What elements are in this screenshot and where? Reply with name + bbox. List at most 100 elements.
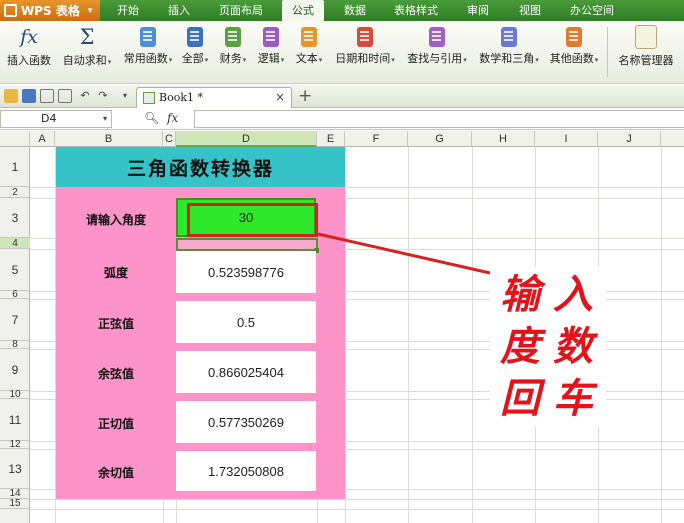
insert-function-button[interactable]: fx 插入函数 bbox=[6, 25, 52, 68]
gridline bbox=[30, 509, 684, 510]
other-functions-button[interactable]: 其他函数▾ bbox=[546, 25, 602, 66]
book-icon bbox=[140, 27, 156, 47]
column-header-c[interactable]: C bbox=[163, 131, 176, 147]
row-header-11[interactable]: 11 bbox=[0, 399, 30, 441]
row-header-15[interactable]: 15 bbox=[0, 498, 30, 509]
menu-review[interactable]: 审阅 bbox=[457, 0, 499, 21]
column-header-a[interactable]: A bbox=[30, 131, 55, 147]
menu-view[interactable]: 视图 bbox=[509, 0, 551, 21]
book-icon bbox=[357, 27, 373, 47]
print-icon[interactable] bbox=[40, 89, 54, 103]
cosine-value[interactable]: 0.866025404 bbox=[176, 351, 316, 393]
book-icon bbox=[187, 27, 203, 47]
fx-icon: fx bbox=[20, 26, 38, 48]
column-header-b[interactable]: B bbox=[55, 131, 163, 147]
converter-title: 三角函数转换器 bbox=[56, 147, 345, 187]
all-functions-button[interactable]: 全部▾ bbox=[178, 25, 212, 66]
radian-value[interactable]: 0.523598776 bbox=[176, 251, 316, 293]
chevron-down-icon[interactable]: ▾ bbox=[103, 111, 107, 127]
menu-formulas[interactable]: 公式 bbox=[282, 0, 324, 21]
input-highlight-box bbox=[187, 203, 318, 237]
book-icon bbox=[566, 27, 582, 47]
row-header-4[interactable]: 4 bbox=[0, 238, 30, 249]
row-header-1[interactable]: 1 bbox=[0, 147, 30, 187]
sigma-icon: Σ bbox=[79, 25, 95, 49]
ribbon: fx 插入函数 Σ 自动求和▾ 常用函数▾ 全部▾ 财务▾ 逻辑▾ 文本▾ 日期… bbox=[0, 21, 684, 84]
sine-label: 正弦值 bbox=[97, 317, 134, 331]
annotation-char: 度 bbox=[500, 323, 540, 370]
radian-label: 弧度 bbox=[103, 266, 128, 280]
document-tab[interactable]: Book1 * × bbox=[136, 87, 292, 108]
book-icon bbox=[263, 27, 279, 47]
menu-data[interactable]: 数据 bbox=[334, 0, 376, 21]
insert-function-icon[interactable]: fx bbox=[167, 111, 178, 125]
undo-icon[interactable]: ↶ bbox=[78, 89, 92, 103]
notes-icon bbox=[635, 25, 657, 49]
search-icon[interactable]: 🔍︎ bbox=[144, 111, 159, 125]
name-box[interactable]: D4 ▾ bbox=[0, 110, 112, 128]
gridline bbox=[30, 499, 684, 500]
row-header-6[interactable]: 6 bbox=[0, 289, 30, 300]
spreadsheet-grid[interactable]: A B C D E F G H I J 1 2 3 4 5 6 7 8 9 10… bbox=[0, 131, 684, 523]
lookup-functions-button[interactable]: 查找与引用▾ bbox=[404, 25, 470, 66]
common-functions-button[interactable]: 常用函数▾ bbox=[120, 25, 176, 66]
menu-table-style[interactable]: 表格样式 bbox=[385, 0, 447, 21]
wps-app-menu-button[interactable]: WPS 表格 ▾ bbox=[0, 0, 100, 21]
ribbon-separator bbox=[607, 27, 608, 77]
formula-input[interactable] bbox=[194, 110, 684, 128]
math-trig-functions-button[interactable]: 数学和三角▾ bbox=[476, 25, 542, 66]
row-header-8[interactable]: 8 bbox=[0, 339, 30, 350]
annotation-char: 数 bbox=[553, 323, 593, 370]
sine-value[interactable]: 0.5 bbox=[176, 301, 316, 343]
menu-home[interactable]: 开始 bbox=[107, 0, 149, 21]
row-header-2[interactable]: 2 bbox=[0, 187, 30, 198]
book-icon bbox=[301, 27, 317, 47]
chevron-down-icon: ▾ bbox=[87, 5, 93, 16]
column-header-j[interactable]: J bbox=[598, 131, 661, 147]
menu-office-space[interactable]: 办公空间 bbox=[561, 0, 623, 21]
customize-dropdown-icon[interactable]: ▾ bbox=[118, 89, 132, 103]
column-header-bar: A B C D E F G H I J bbox=[0, 131, 684, 147]
annotation-char: 回 bbox=[500, 375, 540, 422]
annotation-char: 车 bbox=[553, 375, 593, 422]
row-header-10[interactable]: 10 bbox=[0, 389, 30, 400]
financial-functions-button[interactable]: 财务▾ bbox=[216, 25, 250, 66]
column-header-f[interactable]: F bbox=[345, 131, 408, 147]
text-functions-button[interactable]: 文本▾ bbox=[292, 25, 326, 66]
gridline bbox=[661, 147, 662, 523]
row-header-3[interactable]: 3 bbox=[0, 198, 30, 238]
row-header-12[interactable]: 12 bbox=[0, 439, 30, 450]
book-icon bbox=[225, 27, 241, 47]
column-header-k[interactable] bbox=[661, 131, 684, 147]
cotangent-value[interactable]: 1.732050808 bbox=[176, 451, 316, 491]
datetime-functions-button[interactable]: 日期和时间▾ bbox=[332, 25, 398, 66]
column-header-i[interactable]: I bbox=[535, 131, 598, 147]
column-header-g[interactable]: G bbox=[408, 131, 472, 147]
open-folder-icon[interactable] bbox=[4, 89, 18, 103]
gridline bbox=[472, 147, 473, 523]
save-icon[interactable] bbox=[22, 89, 36, 103]
menu-page-layout[interactable]: 页面布局 bbox=[210, 0, 272, 21]
app-label: WPS 表格 bbox=[21, 4, 80, 18]
menu-insert[interactable]: 插入 bbox=[158, 0, 200, 21]
name-manager-button[interactable]: 名称管理器 bbox=[616, 25, 676, 68]
print-preview-icon[interactable] bbox=[58, 89, 72, 103]
logical-functions-button[interactable]: 逻辑▾ bbox=[254, 25, 288, 66]
spreadsheet-icon bbox=[143, 92, 155, 104]
cotangent-label: 余切值 bbox=[97, 466, 134, 480]
row-header-7[interactable]: 7 bbox=[0, 299, 30, 341]
column-header-e[interactable]: E bbox=[317, 131, 345, 147]
select-all-corner[interactable] bbox=[0, 131, 30, 147]
autosum-button[interactable]: Σ 自动求和▾ bbox=[58, 25, 116, 68]
row-header-9[interactable]: 9 bbox=[0, 349, 30, 391]
redo-icon[interactable]: ↷ bbox=[96, 89, 110, 103]
new-tab-button[interactable]: + bbox=[298, 86, 312, 106]
selected-cell-d4[interactable] bbox=[176, 238, 318, 251]
formula-bar: D4 ▾ 🔍︎ fx bbox=[0, 108, 684, 130]
tangent-value[interactable]: 0.577350269 bbox=[176, 401, 316, 443]
column-header-h[interactable]: H bbox=[472, 131, 535, 147]
close-tab-icon[interactable]: × bbox=[275, 90, 285, 104]
row-header-5[interactable]: 5 bbox=[0, 249, 30, 291]
row-header-13[interactable]: 13 bbox=[0, 449, 30, 489]
column-header-d[interactable]: D bbox=[176, 131, 317, 147]
